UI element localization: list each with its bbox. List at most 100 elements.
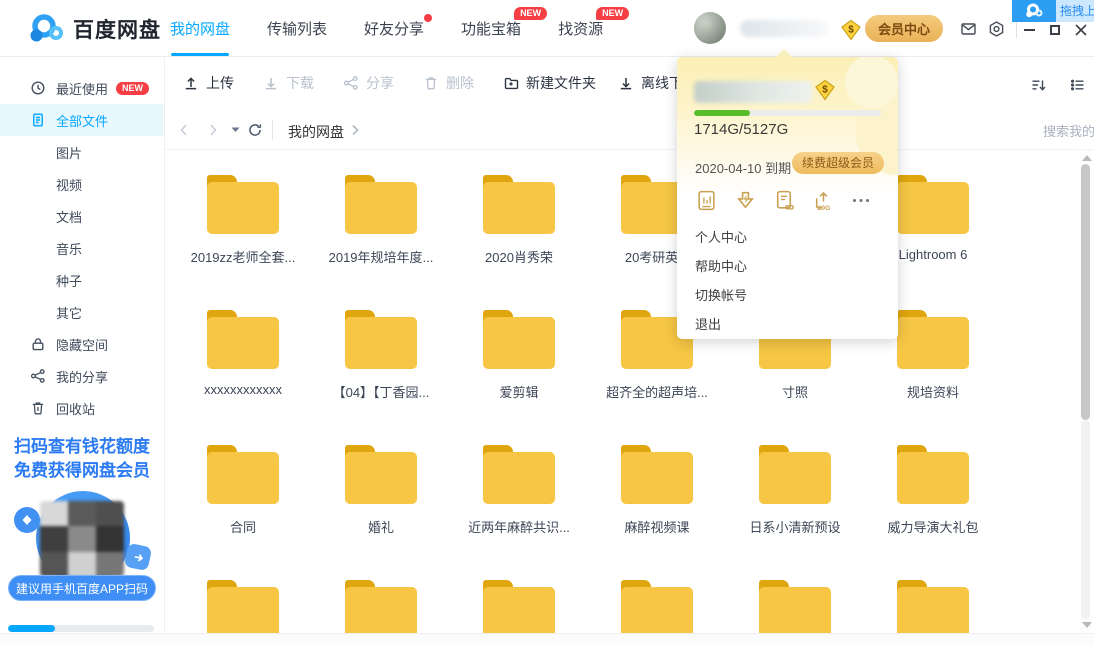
clock-icon xyxy=(30,80,46,96)
title-bar: 百度网盘 我的网盘 传输列表 好友分享 功能宝箱 NEW 找资源 NEW $ 会… xyxy=(0,0,1094,57)
sidebar-item-others[interactable]: 其它 xyxy=(0,296,163,328)
forward-button[interactable] xyxy=(205,122,221,138)
sidebar-item-torrents[interactable]: 种子 xyxy=(0,264,163,296)
folder-icon xyxy=(759,580,831,633)
renew-svip-button[interactable]: 续费超级会员 xyxy=(791,152,884,174)
folder-item[interactable]: 【04】【丁香园... xyxy=(312,310,450,445)
scroll-up-arrow[interactable] xyxy=(1082,155,1092,161)
username-blurred[interactable] xyxy=(740,20,828,37)
breadcrumb-root[interactable]: 我的网盘 xyxy=(288,122,344,142)
folder-item[interactable]: 2020肖秀荣 xyxy=(450,175,588,310)
sidebar-item-hidden-space[interactable]: 隐藏空间 xyxy=(0,328,163,360)
folder-item[interactable]: 近两年麻醉共识... xyxy=(450,445,588,580)
maximize-button[interactable] xyxy=(1047,22,1063,38)
folder-icon xyxy=(897,175,969,234)
sidebar-item-documents[interactable]: 文档 xyxy=(0,200,163,232)
folder-item[interactable] xyxy=(450,580,588,633)
tab-transfer-list[interactable]: 传输列表 xyxy=(267,18,327,39)
scrollbar-track xyxy=(1081,420,1090,619)
tab-toolbox[interactable]: 功能宝箱 NEW xyxy=(461,7,548,39)
user-menu-item[interactable]: 帮助中心 xyxy=(677,252,898,281)
upload-button[interactable]: 上传 xyxy=(183,73,234,93)
folder-item[interactable] xyxy=(726,580,864,633)
folder-item[interactable]: 爱剪辑 xyxy=(450,310,588,445)
sidebar-item-pictures[interactable]: 图片 xyxy=(0,136,163,168)
folder-item[interactable] xyxy=(312,580,450,633)
search-input[interactable] xyxy=(1043,119,1094,143)
user-menu-item[interactable]: 退出 xyxy=(677,310,898,339)
storage-card-icon[interactable] xyxy=(695,189,718,212)
folder-item[interactable]: 婚礼 xyxy=(312,445,450,580)
drag-upload-tab[interactable]: 拖拽上 xyxy=(1012,0,1094,22)
trash-icon xyxy=(30,400,46,416)
sidebar-storage-bar xyxy=(8,625,154,632)
upload-quota-icon[interactable]: 20G xyxy=(812,189,835,212)
new-badge: NEW xyxy=(116,81,150,95)
folder-item[interactable] xyxy=(864,580,1002,633)
svip-badge-icon: $ xyxy=(841,19,861,41)
folder-label: 合同 xyxy=(229,520,256,535)
tab-my-drive[interactable]: 我的网盘 xyxy=(170,18,230,56)
list-view-icon[interactable] xyxy=(1069,77,1086,93)
mail-icon[interactable] xyxy=(960,21,977,37)
new-folder-button[interactable]: 新建文件夹 xyxy=(503,73,596,93)
tab-friend-share[interactable]: 好友分享 xyxy=(364,14,433,39)
svg-text:20G: 20G xyxy=(817,205,830,212)
folder-label: 【04】【丁香园... xyxy=(332,385,430,400)
folder-item[interactable] xyxy=(174,580,312,633)
member-center-button[interactable]: 会员中心 xyxy=(865,15,943,42)
refresh-icon[interactable] xyxy=(247,122,263,138)
settings-gear-icon[interactable] xyxy=(988,21,1005,37)
user-menu-item[interactable]: 切换帐号 xyxy=(677,281,898,310)
folder-item[interactable]: 威力导演大礼包 xyxy=(864,445,1002,580)
breadcrumb-bar: 我的网盘 xyxy=(165,110,1094,150)
sidebar-item-recent[interactable]: 最近使用 NEW xyxy=(0,72,163,104)
sidebar-item-all-files[interactable]: 全部文件 xyxy=(0,104,163,136)
file-area: 2019zz老师全套... 2019年规培年度... 2020肖秀荣 20考研英… xyxy=(165,150,1078,633)
download-button[interactable]: 下载 xyxy=(263,73,314,93)
sidebar-item-music[interactable]: 音乐 xyxy=(0,232,163,264)
promo-scan-button[interactable]: 建议用手机百度APP扫码 xyxy=(8,575,156,601)
folder-icon xyxy=(207,445,279,504)
promo-line1: 扫码查有钱花额度 xyxy=(14,437,150,456)
more-actions-icon[interactable] xyxy=(851,189,871,212)
folder-item[interactable]: 2019zz老师全套... xyxy=(174,175,312,310)
folder-icon xyxy=(621,580,693,633)
close-button[interactable] xyxy=(1073,22,1089,38)
user-menu-item[interactable]: 个人中心 xyxy=(677,223,898,252)
scroll-down-arrow[interactable] xyxy=(1082,622,1092,628)
sidebar: 最近使用 NEW 全部文件 图片 视频 文档 音乐 种子 其它 隐藏空间 我的分… xyxy=(0,57,165,633)
scrollbar-thumb[interactable] xyxy=(1081,164,1090,420)
sidebar-item-my-shares[interactable]: 我的分享 xyxy=(0,360,163,392)
folder-label: 近两年麻醉共识... xyxy=(468,520,570,535)
delete-button[interactable]: 删除 xyxy=(423,73,474,93)
history-dropdown-icon[interactable] xyxy=(231,127,240,133)
folder-item[interactable]: 日系小清新预设 xyxy=(726,445,864,580)
speed-download-icon[interactable] xyxy=(734,189,757,212)
drag-tab-logo-icon xyxy=(1012,0,1056,22)
folder-item[interactable]: xxxxxxxxxxxx xyxy=(174,310,312,445)
folder-icon xyxy=(483,445,555,504)
folder-item[interactable]: 2019年规培年度... xyxy=(312,175,450,310)
document-infinity-icon[interactable] xyxy=(773,189,796,212)
folder-label: 规培资料 xyxy=(906,385,959,400)
folder-item[interactable]: 麻醉视频课 xyxy=(588,445,726,580)
folder-item[interactable]: 合同 xyxy=(174,445,312,580)
share-button[interactable]: 分享 xyxy=(343,73,394,93)
notification-dot xyxy=(424,14,433,22)
folder-icon xyxy=(483,310,555,369)
sort-order-icon[interactable] xyxy=(1030,77,1047,93)
svip-badge-icon: $ xyxy=(815,79,835,101)
tab-find-resources[interactable]: 找资源 NEW xyxy=(558,7,630,39)
sidebar-item-videos[interactable]: 视频 xyxy=(0,168,163,200)
baidu-pan-logo-icon xyxy=(30,14,63,42)
active-tab-underline xyxy=(171,53,229,56)
sidebar-item-recycle-bin[interactable]: 回收站 xyxy=(0,392,163,424)
lock-icon xyxy=(30,336,46,352)
minimize-button[interactable] xyxy=(1021,22,1037,38)
quota-progress-fill xyxy=(694,110,751,116)
user-avatar[interactable] xyxy=(694,12,726,44)
folder-item[interactable] xyxy=(588,580,726,633)
drag-tab-label: 拖拽上 xyxy=(1056,0,1094,22)
back-button[interactable] xyxy=(176,122,192,138)
